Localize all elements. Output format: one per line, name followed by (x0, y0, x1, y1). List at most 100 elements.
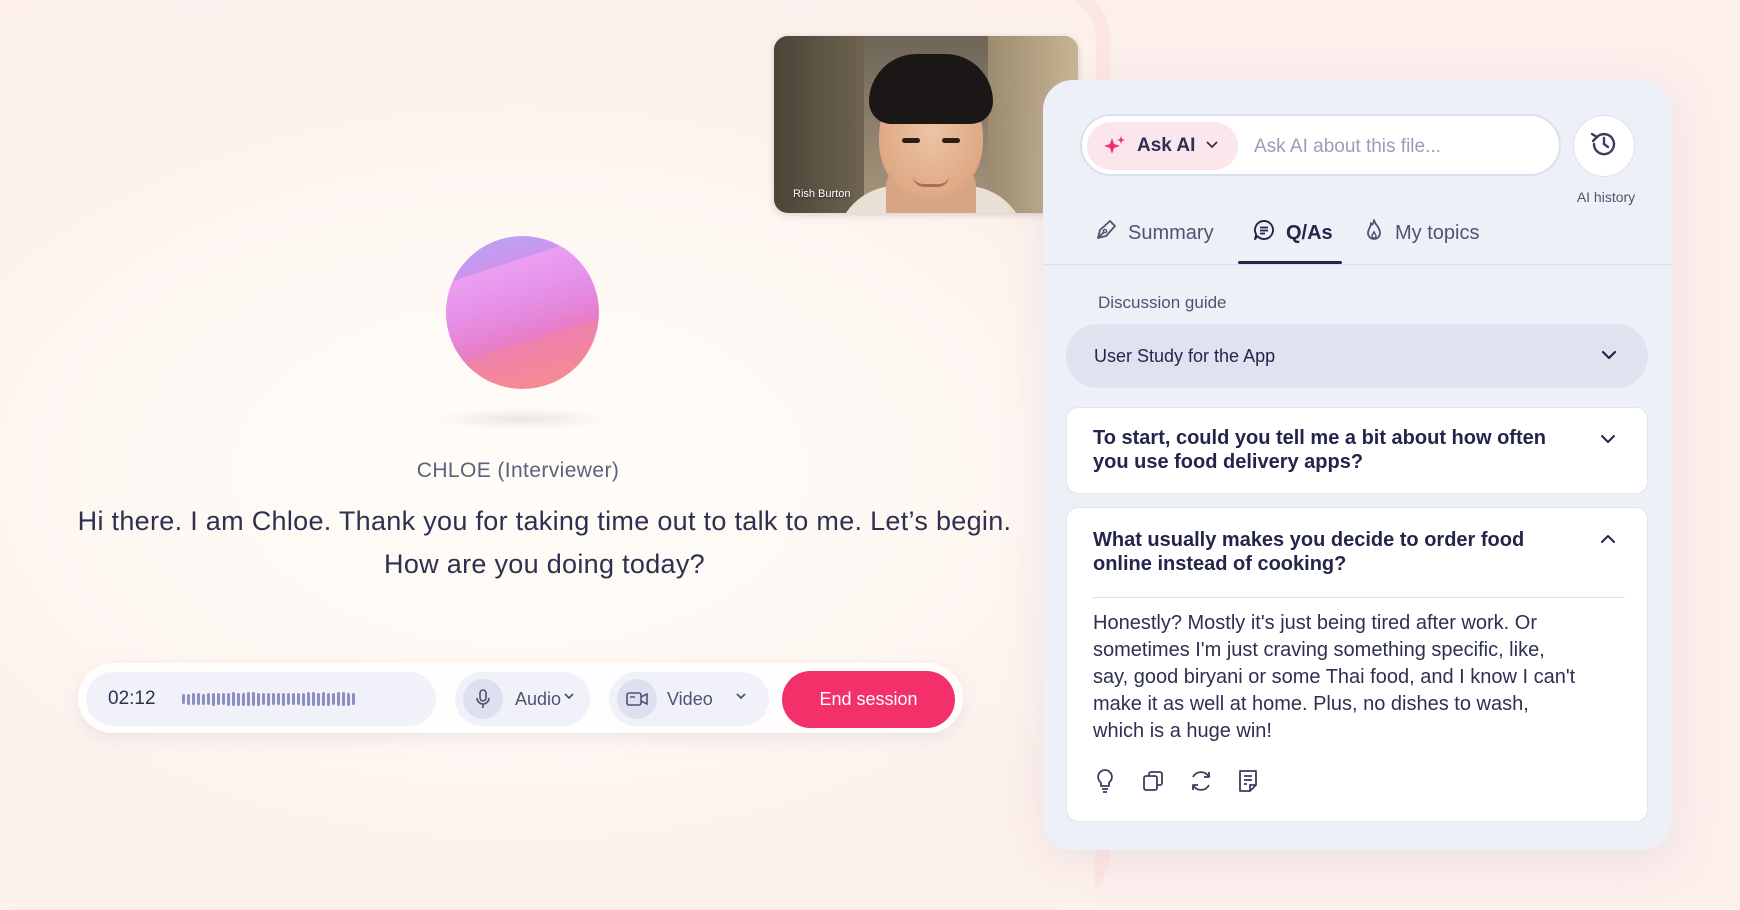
waveform-bar (237, 692, 240, 706)
discussion-guide-select[interactable]: User Study for the App (1066, 324, 1648, 388)
ask-ai-mode-button[interactable]: Ask AI (1087, 122, 1238, 170)
collapse-chevron-up-icon[interactable] (1599, 530, 1617, 553)
participant-hair (869, 54, 993, 124)
waveform-bar (257, 692, 260, 706)
chat-list-icon (1252, 218, 1276, 248)
question-line-1: What usually makes you decide to order f… (1093, 529, 1525, 551)
ai-interviewer-avatar (446, 236, 599, 389)
tab-my-topics[interactable]: My topics (1363, 218, 1479, 248)
speaker-label: CHLOE (Interviewer) (416, 459, 620, 482)
waveform-bar (262, 693, 265, 705)
question-line-1: To start, could you tell me a bit about … (1093, 427, 1546, 449)
avatar-highlight (446, 236, 599, 372)
tab-my-topics-label: My topics (1395, 221, 1480, 244)
waveform-bar (322, 692, 325, 706)
waveform-bar (267, 692, 270, 706)
video-chevron-down-icon (735, 689, 747, 705)
ask-ai-input[interactable] (1252, 133, 1546, 161)
speech-line-1: Hi there. I am Chloe. Thank you for taki… (77, 506, 1012, 536)
tab-summary[interactable]: Summary (1094, 218, 1214, 248)
waveform-bar (327, 692, 330, 706)
video-camera-icon (617, 679, 657, 719)
video-control[interactable]: Video (609, 672, 769, 726)
audio-chevron-down-icon (563, 689, 575, 705)
ask-ai-label: Ask AI (1137, 135, 1196, 156)
waveform-bar (277, 693, 280, 705)
timer-pill: 02:12 (86, 672, 436, 726)
answer-line: which is a huge win! (1093, 720, 1272, 742)
question-text: What usually makes you decide to order f… (1093, 528, 1573, 576)
audio-label: Audio (515, 689, 562, 709)
waveform-bar (307, 692, 310, 706)
active-tab-indicator (1238, 261, 1342, 264)
waveform-bar (182, 694, 185, 704)
video-background-left (774, 36, 864, 213)
lightbulb-icon[interactable] (1091, 767, 1119, 795)
notes-icon[interactable] (1234, 767, 1262, 795)
waveform-bar (337, 692, 340, 706)
answer-line: say, good biryani or some Thai food, and… (1093, 666, 1576, 688)
participant-mouth (913, 176, 949, 187)
ai-history-button[interactable] (1573, 115, 1635, 177)
session-timer: 02:12 (108, 688, 156, 709)
waveform-bar (292, 693, 295, 705)
question-line-2: you use food delivery apps? (1093, 451, 1364, 473)
copy-icon[interactable] (1139, 767, 1167, 795)
avatar-shadow (432, 408, 612, 430)
refresh-icon[interactable] (1187, 767, 1215, 795)
tab-qas[interactable]: Q/As (1252, 218, 1333, 248)
waveform-bar (212, 692, 215, 706)
answer-divider (1093, 597, 1625, 598)
pen-icon (1094, 218, 1118, 248)
waveform-bar (187, 693, 190, 705)
tabs-divider (1043, 264, 1672, 265)
end-session-button[interactable]: End session (782, 671, 955, 728)
waveform-bar (342, 692, 345, 706)
answer-line: make it as well at home. Plus, no dishes… (1093, 693, 1529, 715)
speech-line-2: How are you doing today? (384, 549, 705, 579)
ai-history-label: AI history (1576, 189, 1636, 205)
discussion-guide-label: Discussion guide (1098, 293, 1227, 312)
waveform-bar (297, 693, 300, 705)
waveform-bar (332, 693, 335, 705)
waveform-bar (197, 693, 200, 705)
question-card-1[interactable]: To start, could you tell me a bit about … (1066, 407, 1648, 494)
answer-line: Honestly? Mostly it's just being tired a… (1093, 612, 1537, 634)
waveform-bar (232, 692, 235, 706)
waveform-bar (347, 692, 350, 706)
waveform-bar (302, 692, 305, 706)
video-label: Video (667, 689, 713, 709)
waveform-bar (317, 692, 320, 706)
waveform-bar (287, 693, 290, 705)
audio-waveform (182, 692, 355, 706)
waveform-bar (227, 692, 230, 706)
waveform-bar (312, 692, 315, 706)
tab-qas-label: Q/As (1286, 221, 1333, 244)
waveform-bar (242, 692, 245, 706)
waveform-bar (217, 693, 220, 705)
microphone-icon (463, 679, 503, 719)
waveform-bar (222, 693, 225, 705)
ask-ai-chevron-down-icon (1205, 137, 1219, 156)
waveform-bar (247, 692, 250, 706)
participant-video-tile[interactable]: Rish Burton (774, 36, 1078, 213)
audio-control[interactable]: Audio (455, 672, 590, 726)
waveform-bar (252, 692, 255, 706)
participant-name: Rish Burton (793, 188, 851, 200)
chevron-down-icon (1600, 346, 1618, 369)
waveform-bar (192, 693, 195, 705)
expand-chevron-down-icon[interactable] (1599, 430, 1617, 453)
flame-icon (1363, 218, 1385, 248)
waveform-bar (272, 693, 275, 705)
waveform-bar (282, 692, 285, 706)
question-text: To start, could you tell me a bit about … (1093, 426, 1573, 474)
question-line-2: online instead of cooking? (1093, 553, 1347, 575)
waveform-bar (352, 693, 355, 705)
answer-line: sometimes I'm just craving something spe… (1093, 639, 1545, 661)
interviewer-speech: Hi there. I am Chloe. Thank you for taki… (40, 500, 1049, 586)
question-card-2[interactable]: What usually makes you decide to order f… (1066, 507, 1648, 822)
sparkle-icon (1103, 134, 1127, 163)
participant-eye-right (942, 138, 960, 143)
discussion-guide-value: User Study for the App (1094, 346, 1276, 366)
answer-text: Honestly? Mostly it's just being tired a… (1093, 610, 1613, 745)
